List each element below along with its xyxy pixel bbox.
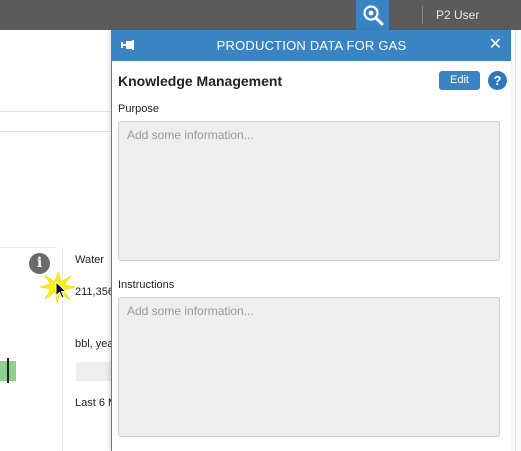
close-icon[interactable]: ✕ [489,36,502,54]
section-title: Knowledge Management [118,73,283,89]
card-value: 211,356 [75,286,114,298]
help-icon[interactable]: ? [488,71,507,90]
background-divider [0,111,112,112]
card-title: Water [75,254,104,266]
top-bar: P2 User [0,0,521,30]
knowledge-panel: PRODUCTION DATA FOR GAS ✕ Knowledge Mana… [111,30,511,451]
mouse-cursor-icon [55,281,67,299]
user-menu[interactable]: P2 User [436,8,479,22]
search-button[interactable] [356,0,389,30]
card-border [0,247,56,248]
instructions-textarea[interactable]: Add some information... [118,297,500,437]
instructions-label: Instructions [118,279,175,291]
search-gear-icon [363,5,384,26]
purpose-label: Purpose [118,103,159,115]
card-unit: bbl, yea [75,338,114,350]
background-divider [0,131,112,132]
panel-title: PRODUCTION DATA FOR GAS [216,38,407,53]
panel-header: PRODUCTION DATA FOR GAS ✕ [112,30,511,61]
card-bar [76,362,112,381]
background-divider [515,30,516,451]
edit-button[interactable]: Edit [439,71,480,90]
background-content [0,30,112,451]
purpose-textarea[interactable]: Add some information... [118,121,500,261]
progress-marker [7,358,9,383]
topbar-divider [422,6,423,24]
